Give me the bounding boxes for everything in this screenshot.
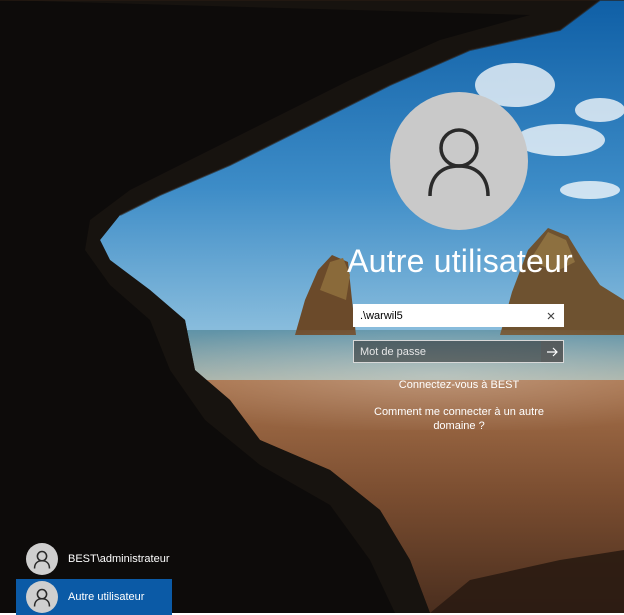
other-domain-link[interactable]: Comment me connecter à un autre domaine …: [360, 405, 558, 433]
submit-button[interactable]: [541, 341, 563, 362]
avatar: [26, 543, 58, 575]
close-icon: [547, 312, 555, 319]
arrow-right-icon: [547, 347, 558, 356]
page-title: Autre utilisateur: [347, 243, 573, 279]
avatar: [26, 581, 58, 613]
user-icon: [33, 588, 51, 607]
username-field: [353, 304, 564, 327]
connect-to-best-link[interactable]: Connectez-vous à BEST: [330, 379, 588, 391]
password-input[interactable]: [354, 341, 542, 362]
user-item-label: BEST\administrateur: [68, 553, 170, 565]
username-input[interactable]: [355, 306, 535, 325]
clear-username-button[interactable]: [544, 307, 558, 324]
user-icon: [33, 550, 51, 569]
user-item-autre-utilisateur[interactable]: Autre utilisateur: [16, 579, 172, 615]
user-icon: [428, 128, 490, 197]
password-field: [353, 340, 564, 363]
user-avatar: [390, 92, 528, 230]
user-item-administrateur[interactable]: BEST\administrateur: [16, 541, 172, 577]
user-item-label: Autre utilisateur: [68, 591, 145, 603]
